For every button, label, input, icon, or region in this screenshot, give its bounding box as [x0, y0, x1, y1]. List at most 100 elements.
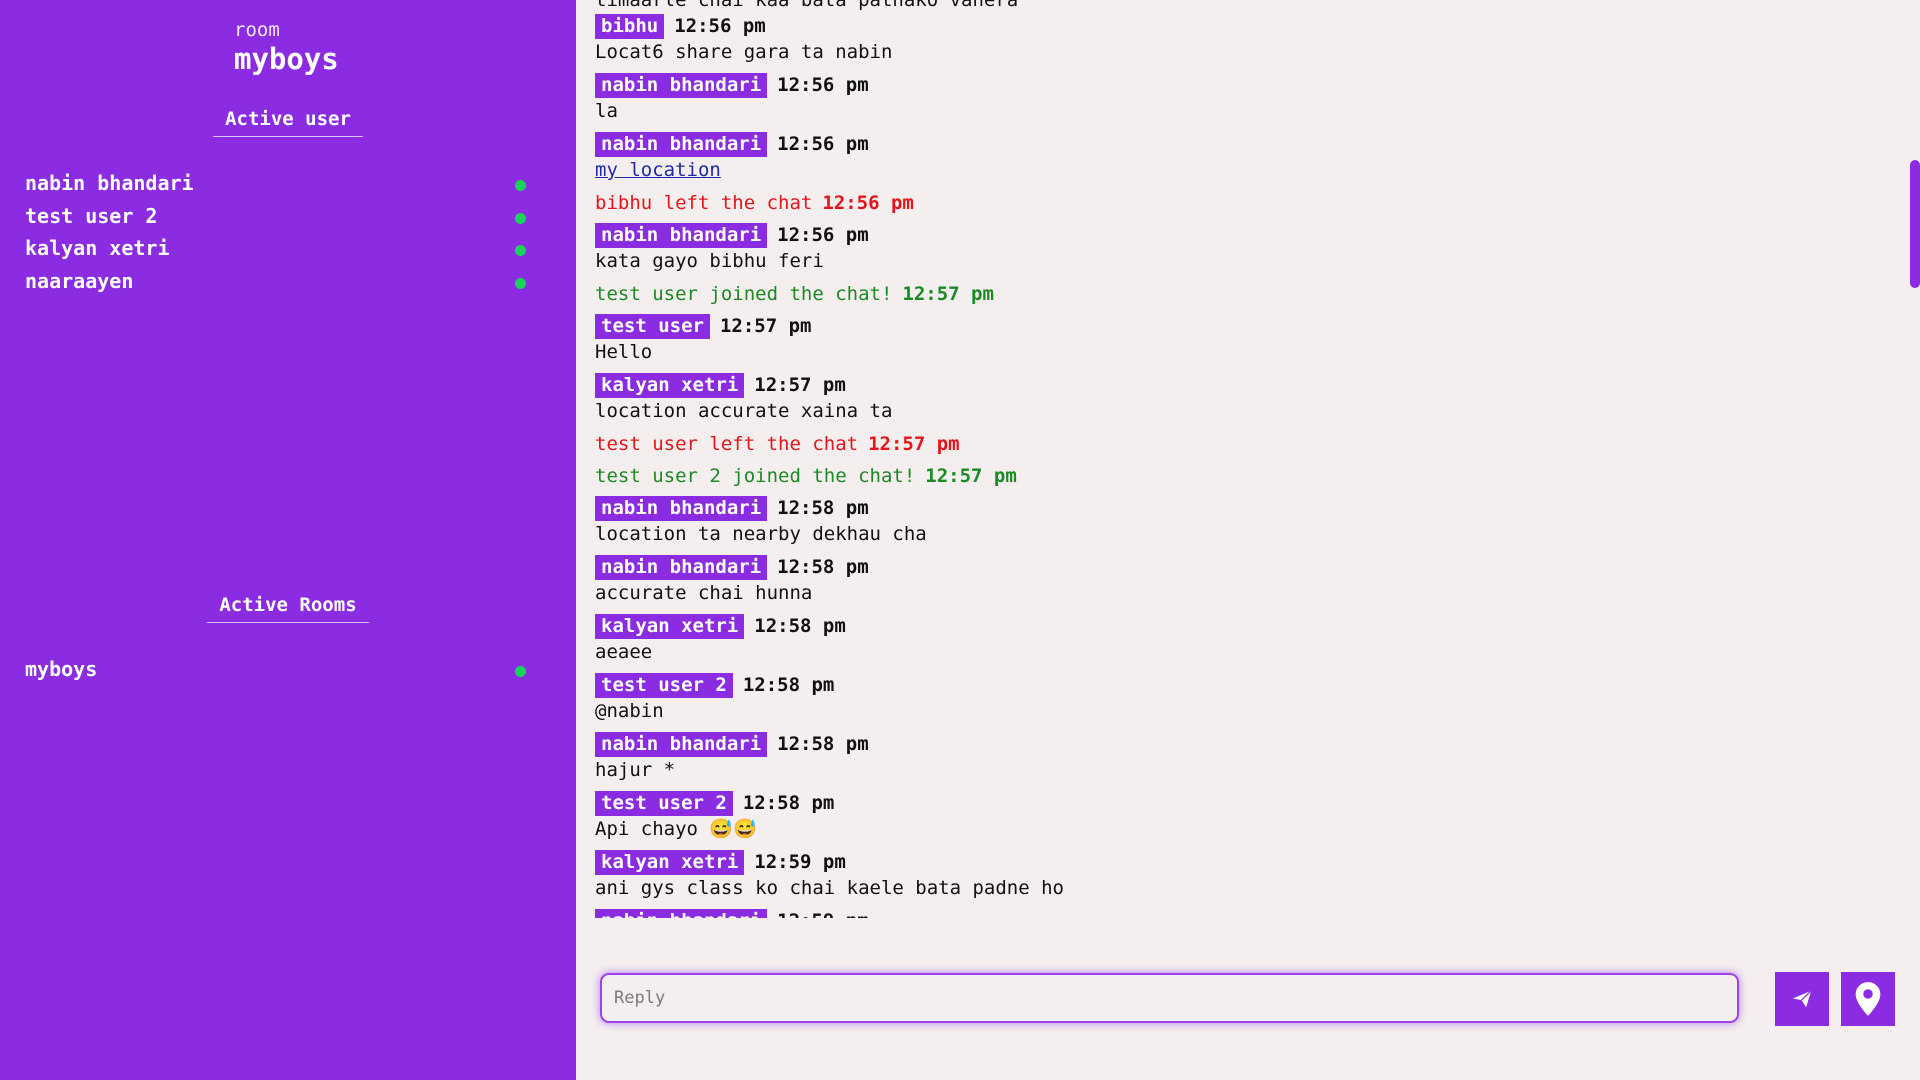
message-text: hajur *: [595, 759, 676, 781]
online-status-dot: [515, 277, 526, 289]
scrollbar-thumb[interactable]: [1910, 160, 1920, 288]
message-text: kata gayo bibhu feri: [595, 250, 824, 272]
message-text: @nabin: [595, 700, 664, 722]
active-users-title-text: Active user: [213, 108, 363, 137]
chat-message: test user 12:57 pm Hello: [595, 314, 1885, 366]
message-text: Hello: [595, 341, 653, 363]
active-user-list: nabin bhandari test user 2 kalyan xetri naa…: [25, 167, 526, 298]
message-time: 12:56 pm: [777, 74, 869, 96]
active-user-name: test user 2: [25, 203, 158, 228]
chat-panel: timaarle chai kaa bata pathako vanera bi…: [576, 0, 1920, 1080]
sender-badge: test user 2: [595, 791, 733, 816]
active-user-name: nabin bhandari: [25, 171, 194, 195]
message-header: nabin bhandari 12:58 pm: [595, 496, 1885, 521]
message-header: test user 12:57 pm: [595, 314, 1885, 339]
sender-badge: test user 2: [595, 673, 733, 698]
leave-notice: test user left the chat 12:57 pm: [595, 432, 1885, 457]
share-location-button[interactable]: [1841, 972, 1895, 1026]
active-room-item[interactable]: myboys: [25, 653, 526, 686]
message-text: la: [595, 100, 618, 122]
partial-message-text: timaarle chai kaa bata pathako vanera: [595, 0, 1019, 11]
join-notice: test user 2 joined the chat! 12:57 pm: [595, 464, 1885, 489]
online-status-dot: [515, 180, 526, 191]
online-status-dot: [515, 666, 526, 677]
chat-message: nabin bhandari 12:56 pm la: [595, 73, 1885, 125]
message-header: test user 2 12:58 pm: [595, 673, 1885, 698]
room-name: myboys: [234, 42, 339, 76]
leave-notice: bibhu left the chat 12:56 pm: [595, 191, 1885, 216]
message-list[interactable]: timaarle chai kaa bata pathako vanera bi…: [595, 0, 1885, 918]
message-time: 12:59 pm: [777, 910, 869, 918]
active-user-item[interactable]: kalyan xetri: [25, 232, 526, 265]
message-header: kalyan xetri 12:58 pm: [595, 614, 1885, 639]
message-time: 12:58 pm: [742, 674, 835, 696]
chat-message: test user 2 12:58 pm Api chayo 😅😅: [595, 791, 1885, 843]
message-time: 12:58 pm: [777, 733, 869, 755]
paper-plane-icon: [1792, 990, 1812, 1008]
message-text: accurate chai hunna: [595, 582, 813, 604]
sender-badge: bibhu: [595, 14, 665, 39]
active-user-item[interactable]: test user 2: [25, 200, 526, 233]
notice-time: 12:57 pm: [902, 283, 994, 305]
message-time: 12:58 pm: [777, 497, 869, 519]
chat-message: kalyan xetri 12:59 pm ani gys class ko cha…: [595, 850, 1885, 902]
message-time: 12:59 pm: [754, 851, 846, 873]
active-user-item[interactable]: nabin bhandari: [25, 167, 526, 200]
notice-text: test user 2 joined the chat!: [595, 465, 916, 487]
sender-badge: kalyan xetri: [595, 614, 745, 639]
active-rooms-title: Active Rooms: [0, 594, 576, 623]
notice-text: test user joined the chat!: [595, 283, 893, 305]
message-text: ani gys class ko chai kaele bata padne h…: [595, 877, 1064, 899]
chat-message: nabin bhandari 12:59 pm: [595, 909, 1885, 918]
notice-text: bibhu left the chat: [595, 192, 813, 214]
message-time: 12:56 pm: [777, 224, 869, 246]
active-room-list: myboys: [25, 653, 526, 686]
room-label: room: [234, 19, 280, 41]
join-notice: test user joined the chat! 12:57 pm: [595, 282, 1885, 307]
message-time: 12:58 pm: [742, 792, 835, 814]
online-status-dot: [515, 212, 526, 224]
message-header: nabin bhandari 12:56 pm: [595, 223, 1885, 248]
sender-badge: nabin bhandari: [595, 73, 768, 98]
active-rooms-title-text: Active Rooms: [207, 594, 369, 623]
message-header: kalyan xetri 12:59 pm: [595, 850, 1885, 875]
message-time: 12:56 pm: [777, 133, 869, 155]
message-header: bibhu 12:56 pm: [595, 14, 1885, 39]
chat-message: test user 2 12:58 pm @nabin: [595, 673, 1885, 725]
active-users-title: Active user: [0, 108, 576, 137]
notice-time: 12:57 pm: [868, 433, 960, 455]
send-button[interactable]: [1775, 972, 1829, 1026]
notice-time: 12:56 pm: [822, 192, 914, 214]
chat-message: nabin bhandari 12:56 pm kata gayo bibhu fe…: [595, 223, 1885, 275]
chat-message: nabin bhandari 12:58 pm accurate chai hunn…: [595, 555, 1885, 607]
reply-input[interactable]: [600, 973, 1739, 1023]
notice-time: 12:57 pm: [925, 465, 1017, 487]
message-text: aeaee: [595, 641, 653, 663]
sender-badge: kalyan xetri: [595, 373, 745, 398]
message-text: location accurate xaina ta: [595, 400, 893, 422]
message-time: 12:58 pm: [777, 556, 869, 578]
message-header: nabin bhandari 12:58 pm: [595, 555, 1885, 580]
sender-badge: nabin bhandari: [595, 909, 768, 918]
message-list-content: timaarle chai kaa bata pathako vanera bi…: [595, 0, 1885, 918]
sender-badge: nabin bhandari: [595, 496, 768, 521]
message-text: location ta nearby dekhau cha: [595, 523, 927, 545]
sender-badge: test user: [595, 314, 710, 339]
chat-message: bibhu 12:56 pm Locat6 share gara ta nabin: [595, 14, 1885, 66]
chat-message: kalyan xetri 12:58 pm aeaee: [595, 614, 1885, 666]
message-header: nabin bhandari 12:56 pm: [595, 73, 1885, 98]
active-user-item[interactable]: naaraayen: [25, 265, 526, 298]
message-header: kalyan xetri 12:57 pm: [595, 373, 1885, 398]
message-time: 12:57 pm: [719, 315, 812, 337]
message-time: 12:57 pm: [754, 374, 846, 396]
notice-text: test user left the chat: [595, 433, 859, 455]
sender-badge: nabin bhandari: [595, 555, 768, 580]
sender-badge: nabin bhandari: [595, 732, 768, 757]
location-link[interactable]: my location: [595, 157, 721, 184]
chat-message: nabin bhandari 12:58 pm hajur *: [595, 732, 1885, 784]
message-text: Locat6 share gara ta nabin: [595, 41, 893, 63]
active-user-name: kalyan xetri: [25, 236, 170, 260]
active-user-name: naaraayen: [25, 268, 134, 293]
message-header: test user 2 12:58 pm: [595, 791, 1885, 816]
message-header: nabin bhandari 12:56 pm: [595, 132, 1885, 157]
